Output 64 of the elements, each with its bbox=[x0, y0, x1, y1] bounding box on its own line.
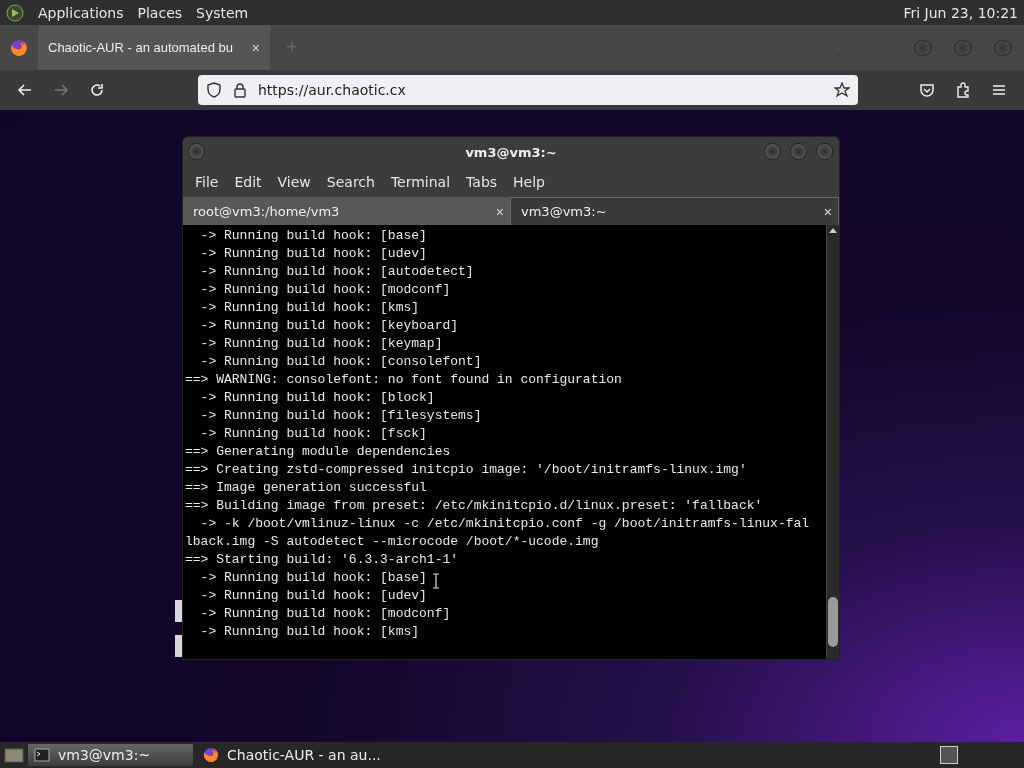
terminal-line: -> Running build hook: [modconf] bbox=[199, 605, 451, 623]
terminal-line: -> Running build hook: [udev] bbox=[199, 587, 427, 605]
tab-title: Chaotic-AUR - an automated bu bbox=[48, 40, 234, 55]
terminal-line: -> Running build hook: [filesystems] bbox=[199, 407, 482, 425]
close-tab-button[interactable]: × bbox=[823, 203, 832, 220]
star-icon[interactable] bbox=[834, 82, 850, 98]
taskbar-item[interactable]: vm3@vm3:~ bbox=[28, 744, 193, 766]
taskbar-item[interactable]: Chaotic-AUR - an au... bbox=[197, 744, 387, 766]
pocket-icon bbox=[919, 82, 935, 98]
firefox-icon bbox=[203, 747, 219, 763]
menu-icon bbox=[991, 82, 1007, 98]
menu-item[interactable]: File bbox=[187, 174, 227, 190]
terminal-line: -> Running build hook: [block] bbox=[199, 389, 435, 407]
terminal-line: -> Running build hook: [kms] bbox=[199, 299, 420, 317]
text-cursor-icon bbox=[433, 573, 439, 589]
menu-item[interactable]: Tabs bbox=[458, 174, 506, 190]
reload-icon bbox=[89, 82, 105, 98]
logo-icon[interactable] bbox=[6, 3, 24, 22]
clock: Fri Jun 23, 10:21 bbox=[903, 4, 1018, 21]
terminal-line: -> Running build hook: [fsck] bbox=[199, 425, 427, 443]
panel-menu[interactable]: System bbox=[196, 4, 249, 21]
workspace-switcher[interactable] bbox=[940, 746, 958, 764]
terminal-line: -> Running build hook: [kms] bbox=[199, 623, 420, 641]
terminal-line: ==> Building image from preset: /etc/mkinitcpio.d/linux.preset: 'fallback' bbox=[185, 497, 763, 515]
panel-menu[interactable]: Places bbox=[137, 4, 183, 21]
terminal-icon bbox=[34, 747, 50, 763]
close-tab-button[interactable]: × bbox=[495, 203, 504, 220]
terminal-tab[interactable]: root@vm3:/home/vm3 × bbox=[183, 197, 510, 225]
address-field[interactable]: https://aur.chaotic.cx bbox=[198, 75, 858, 105]
menu-item[interactable]: Edit bbox=[226, 174, 270, 190]
menu-item[interactable]: Help bbox=[505, 174, 553, 190]
terminal-line: -> Running build hook: [autodetect] bbox=[199, 263, 474, 281]
shield-icon[interactable] bbox=[206, 82, 222, 98]
terminal-line: ==> WARNING: consolefont: no font found in configuration bbox=[185, 371, 622, 389]
terminal-line: -> Running build hook: [keymap] bbox=[199, 335, 443, 353]
terminal-line: ==> Image generation successful bbox=[185, 479, 427, 497]
browser-tab[interactable]: Chaotic-AUR - an automated bu × bbox=[38, 25, 270, 70]
terminal-line: -> -k /boot/vmlinuz-linux -c /etc/mkinitcpio.conf -g /boot/initramfs-linux-fal bbox=[199, 515, 810, 533]
terminal-line: -> Running build hook: [udev] bbox=[199, 245, 427, 263]
lock-icon[interactable] bbox=[232, 82, 248, 98]
menu-item[interactable]: Search bbox=[318, 174, 383, 190]
scrollbar-thumb[interactable] bbox=[828, 597, 838, 647]
back-arrow-icon bbox=[17, 82, 33, 98]
terminal-line: -> Running build hook: [consolefont] bbox=[199, 353, 482, 371]
puzzle-icon bbox=[955, 82, 971, 98]
firefox-icon bbox=[10, 38, 28, 57]
terminal-line: -> Running build hook: [modconf] bbox=[199, 281, 451, 299]
menu-item[interactable]: Terminal bbox=[382, 174, 459, 190]
scroll-up-icon[interactable] bbox=[829, 227, 837, 233]
terminal-line: ==> Creating zstd-compressed initcpio image: '/boot/initramfs-linux.img' bbox=[185, 461, 747, 479]
desktop-icon[interactable] bbox=[4, 746, 24, 764]
terminal-line: -> Running build hook: [base] bbox=[199, 227, 427, 245]
terminal-line: -> Running build hook: [keyboard] bbox=[199, 317, 459, 335]
terminal-line: ==> Generating module dependencies bbox=[185, 443, 451, 461]
terminal-line: ==> Starting build: '6.3.3-arch1-1' bbox=[185, 551, 459, 569]
scrollbar[interactable] bbox=[826, 225, 839, 659]
menu-item[interactable]: View bbox=[269, 174, 319, 190]
terminal-tab[interactable]: vm3@vm3:~ × bbox=[510, 197, 839, 225]
close-tab-button[interactable]: × bbox=[251, 39, 260, 56]
terminal-line: lback.img -S autodetect --microcode /boot/*-ucode.img bbox=[185, 533, 599, 551]
terminal-line: -> Running build hook: [base] bbox=[199, 569, 427, 587]
forward-arrow-icon bbox=[53, 82, 69, 98]
panel-menu[interactable]: Applications bbox=[38, 4, 124, 21]
window-title: vm3@vm3:~ bbox=[465, 144, 557, 160]
